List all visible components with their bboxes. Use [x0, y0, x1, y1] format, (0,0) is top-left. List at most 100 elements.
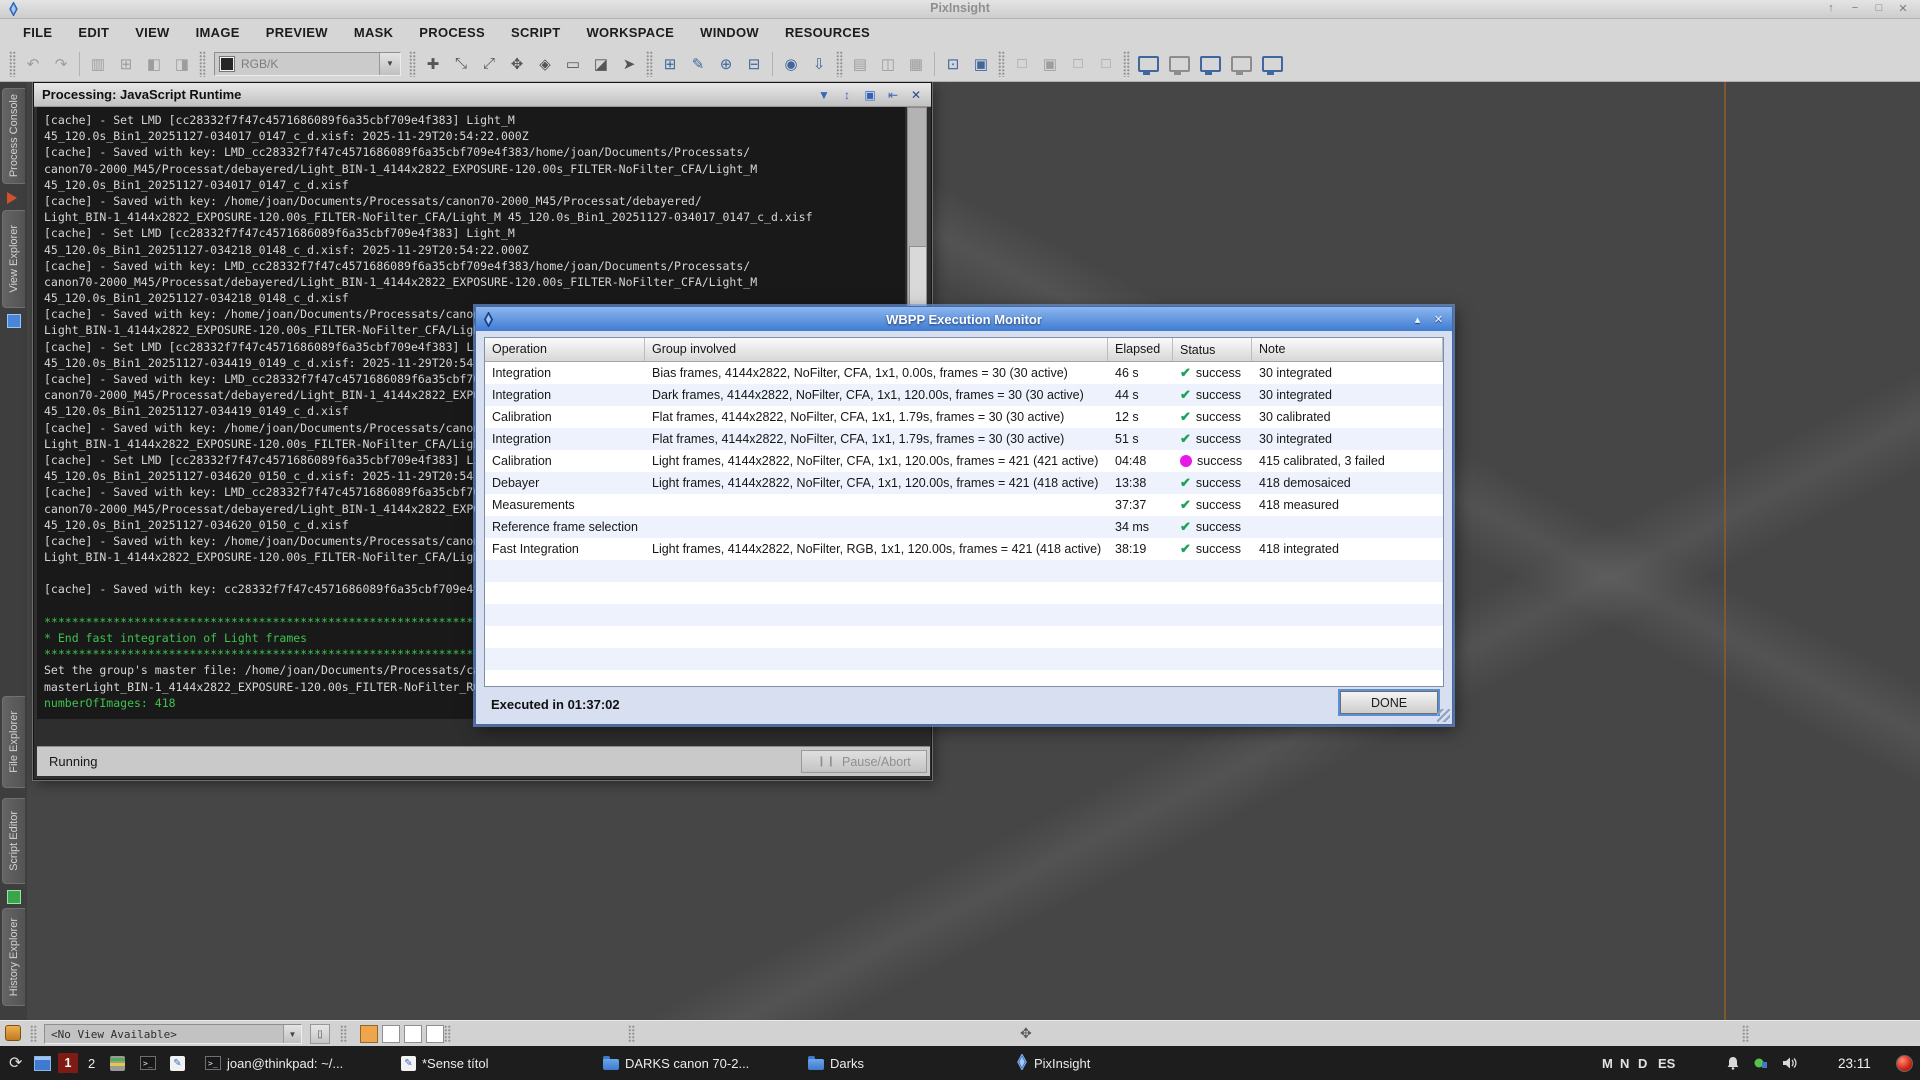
- table-row[interactable]: Fast IntegrationLight frames, 4144x2822,…: [485, 538, 1443, 560]
- taskbar-window-darks-canon-70-2-[interactable]: DARKS canon 70-2...: [603, 1046, 749, 1080]
- workspace-d-icon[interactable]: □: [1093, 51, 1119, 77]
- edit-process-icon[interactable]: ✎: [685, 51, 711, 77]
- redo-icon[interactable]: ↷: [48, 51, 74, 77]
- console-resize-icon[interactable]: ↕: [840, 88, 854, 102]
- workspace-b-icon[interactable]: ▣: [1037, 51, 1063, 77]
- sidebar-tab-script-editor[interactable]: Script Editor: [2, 798, 25, 884]
- console-shade-icon[interactable]: ⇤: [886, 88, 900, 102]
- image-selector[interactable]: RGB/K▼: [214, 52, 401, 76]
- terminal-launcher[interactable]: >_: [140, 1046, 156, 1080]
- table-row[interactable]: CalibrationFlat frames, 4144x2822, NoFil…: [485, 406, 1443, 428]
- mask-select-icon[interactable]: ◫: [875, 51, 901, 77]
- table-row[interactable]: Reference frame selection34 ms✔success: [485, 516, 1443, 538]
- power-button[interactable]: [1896, 1046, 1913, 1080]
- script-edit-icon[interactable]: ▣: [968, 51, 994, 77]
- files-launcher[interactable]: [110, 1046, 125, 1080]
- network-status-icon[interactable]: [1754, 1046, 1768, 1080]
- menu-resources[interactable]: RESOURCES: [772, 25, 883, 40]
- menu-file[interactable]: FILE: [10, 25, 65, 40]
- menu-window[interactable]: WINDOW: [687, 25, 772, 40]
- window-menu-button[interactable]: [34, 1046, 51, 1080]
- view-mode-button[interactable]: ▯: [310, 1024, 330, 1044]
- new-preview-icon[interactable]: ▭: [560, 51, 586, 77]
- screen-secondary-icon[interactable]: [1169, 56, 1190, 72]
- toolbar-drag-handle[interactable]: [836, 51, 843, 77]
- console-dock-icon[interactable]: ▣: [863, 88, 877, 102]
- viewbar-drag-handle[interactable]: [1742, 1025, 1749, 1043]
- toolbar-drag-handle[interactable]: [998, 51, 1005, 77]
- screen-main-icon[interactable]: [1138, 56, 1159, 72]
- sidebar-tab-process-console[interactable]: Process Console: [2, 88, 25, 184]
- pause-abort-button[interactable]: ❙❙ Pause/Abort: [801, 750, 927, 773]
- toolbar-drag-handle[interactable]: [646, 51, 653, 77]
- volume-icon[interactable]: [1782, 1046, 1797, 1080]
- column-header-note[interactable]: Note: [1252, 338, 1443, 361]
- menu-process[interactable]: PROCESS: [406, 25, 498, 40]
- color-swatch-2[interactable]: [382, 1025, 400, 1043]
- column-header-operation[interactable]: Operation: [485, 338, 645, 361]
- center-image-icon[interactable]: ✥: [504, 51, 530, 77]
- table-row[interactable]: IntegrationFlat frames, 4144x2822, NoFil…: [485, 428, 1443, 450]
- console-close-icon[interactable]: ✕: [909, 88, 923, 102]
- fit-view-icon[interactable]: ◈: [532, 51, 558, 77]
- minimize-icon[interactable]: −: [1848, 2, 1862, 15]
- menu-image[interactable]: IMAGE: [183, 25, 253, 40]
- duplicate-image-icon[interactable]: ◧: [141, 51, 167, 77]
- color-swatch-1[interactable]: [360, 1025, 378, 1043]
- console-menu-icon[interactable]: ▼: [817, 88, 831, 102]
- dialog-titlebar[interactable]: WBPP Execution Monitor ▴ ✕: [476, 307, 1452, 331]
- menu-script[interactable]: SCRIPT: [498, 25, 573, 40]
- toolbar-drag-handle[interactable]: [409, 51, 416, 77]
- taskbar-clock[interactable]: 23:11: [1838, 1046, 1871, 1080]
- dialog-close-icon[interactable]: ✕: [1432, 313, 1445, 326]
- taskbar-window-pixinsight[interactable]: PixInsight: [1016, 1046, 1090, 1080]
- pin-icon[interactable]: ↑: [1824, 2, 1838, 15]
- clone-image-icon[interactable]: ◨: [169, 51, 195, 77]
- view-selector[interactable]: <No View Available> ▼: [44, 1024, 302, 1044]
- viewbar-drag-handle[interactable]: [340, 1025, 347, 1043]
- screen-capture-icon[interactable]: [1231, 56, 1252, 72]
- show-desktop-button[interactable]: ⟳: [9, 1046, 22, 1080]
- toolbar-drag-handle[interactable]: [1123, 51, 1130, 77]
- taskbar-window--sense-t-tol[interactable]: ✎*Sense títol: [401, 1046, 489, 1080]
- done-button[interactable]: DONE: [1340, 691, 1438, 714]
- select-mode-icon[interactable]: ➤: [616, 51, 642, 77]
- find-process-icon[interactable]: ◉: [778, 51, 804, 77]
- image-selector-dropdown-icon[interactable]: ▼: [379, 53, 400, 75]
- edit-identifier-icon[interactable]: ▥: [85, 51, 111, 77]
- column-header-status[interactable]: Status: [1173, 338, 1252, 361]
- zoom-out-mode-icon[interactable]: ⤢: [476, 51, 502, 77]
- viewbar-drag-handle[interactable]: [628, 1025, 635, 1043]
- screen-add-icon[interactable]: [1200, 56, 1221, 72]
- move-tool-icon[interactable]: ✥: [1020, 1025, 1032, 1042]
- table-row[interactable]: IntegrationBias frames, 4144x2822, NoFil…: [485, 362, 1443, 384]
- menu-edit[interactable]: EDIT: [65, 25, 122, 40]
- mask-show-icon[interactable]: ▦: [903, 51, 929, 77]
- taskbar-window-darks[interactable]: Darks: [808, 1046, 864, 1080]
- workspace-c-icon[interactable]: □: [1065, 51, 1091, 77]
- color-swatch-3[interactable]: [404, 1025, 422, 1043]
- viewbar-drag-handle[interactable]: [444, 1025, 451, 1043]
- viewbar-drag-handle[interactable]: [30, 1025, 37, 1043]
- console-scrollbar-thumb[interactable]: [909, 246, 927, 310]
- view-selector-dropdown-icon[interactable]: ▼: [283, 1025, 301, 1043]
- sidebar-tab-history-explorer[interactable]: History Explorer: [2, 908, 25, 1006]
- sidebar-tab-view-explorer[interactable]: View Explorer: [2, 210, 25, 308]
- notifications-bell-icon[interactable]: [1726, 1046, 1740, 1080]
- dialog-resize-grip[interactable]: [1437, 709, 1450, 722]
- maximize-icon[interactable]: □: [1872, 2, 1886, 15]
- editor-launcher[interactable]: ✎: [170, 1046, 185, 1080]
- toolbar-drag-handle[interactable]: [9, 51, 16, 77]
- menu-view[interactable]: VIEW: [122, 25, 182, 40]
- image-container-icon[interactable]: ▤: [847, 51, 873, 77]
- table-row[interactable]: CalibrationLight frames, 4144x2822, NoFi…: [485, 450, 1443, 472]
- keyboard-layout[interactable]: ES: [1658, 1046, 1675, 1080]
- new-process-icon[interactable]: ⊞: [657, 51, 683, 77]
- pan-mode-icon[interactable]: ✚: [420, 51, 446, 77]
- toolbar-drag-handle[interactable]: [199, 51, 206, 77]
- workspace-a-icon[interactable]: □: [1009, 51, 1035, 77]
- undo-icon[interactable]: ↶: [20, 51, 46, 77]
- menu-mask[interactable]: MASK: [341, 25, 406, 40]
- process-console-titlebar[interactable]: Processing: JavaScript Runtime ▼ ↕ ▣ ⇤ ✕: [34, 83, 931, 107]
- new-window-icon[interactable]: ⊞: [113, 51, 139, 77]
